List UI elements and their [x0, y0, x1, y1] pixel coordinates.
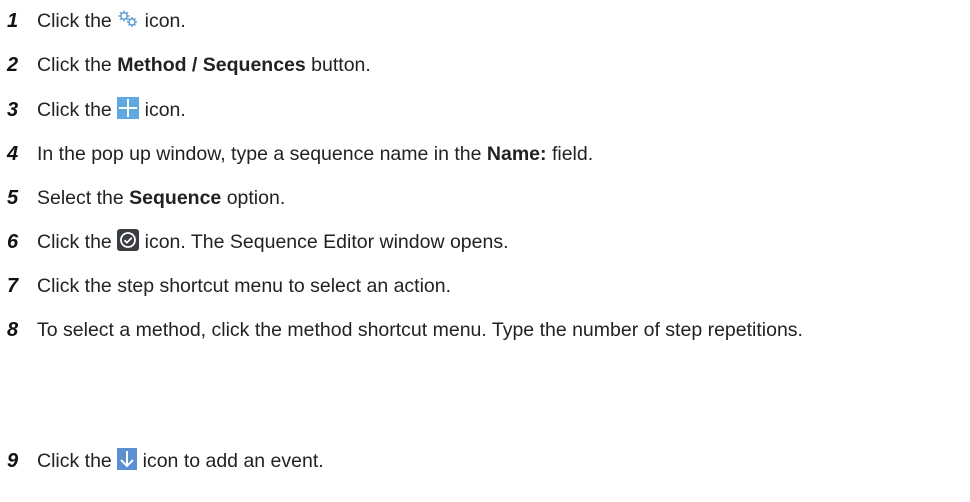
step-text: To select a method, click the method sho… — [37, 319, 803, 341]
step-text: Click the — [37, 450, 112, 472]
step-number: 1 — [7, 10, 19, 32]
step-text: icon. The Sequence Editor window opens. — [144, 231, 509, 253]
step-text: Click the — [37, 54, 112, 76]
step-text: button. — [311, 54, 371, 76]
add-event-arrow-icon — [117, 447, 138, 470]
settings-gears-icon — [117, 9, 139, 29]
step-text: field. — [551, 143, 594, 165]
step-text: Select the — [37, 187, 124, 209]
step-text: Click the — [37, 99, 112, 121]
step-number: 6 — [7, 231, 19, 253]
ui-label: Method / Sequences — [117, 54, 306, 76]
instruction-steps: 1 Click the icon. 2 Click the Method / S… — [0, 0, 970, 502]
confirm-check-icon — [117, 228, 140, 251]
ui-label: Sequence — [129, 187, 222, 209]
step-text: Click the — [37, 231, 112, 253]
step-text: icon. — [144, 99, 186, 121]
step-number: 8 — [7, 319, 19, 341]
ui-label: Name: — [486, 143, 547, 165]
step-number: 2 — [7, 54, 19, 76]
step-number: 5 — [7, 187, 19, 209]
step-text: Click the step shortcut menu to select a… — [37, 275, 452, 297]
step-text: icon to add an event. — [142, 450, 324, 472]
step-number: 9 — [7, 450, 19, 472]
step-text: icon. — [144, 10, 186, 32]
step-number: 7 — [7, 275, 19, 297]
step-number: 3 — [7, 99, 19, 121]
step-text: Click the — [37, 10, 112, 32]
step-text: In the pop up window, type a sequence na… — [37, 143, 482, 165]
step-number: 4 — [7, 143, 19, 165]
step-text: option. — [226, 187, 286, 209]
add-plus-icon — [117, 96, 140, 119]
